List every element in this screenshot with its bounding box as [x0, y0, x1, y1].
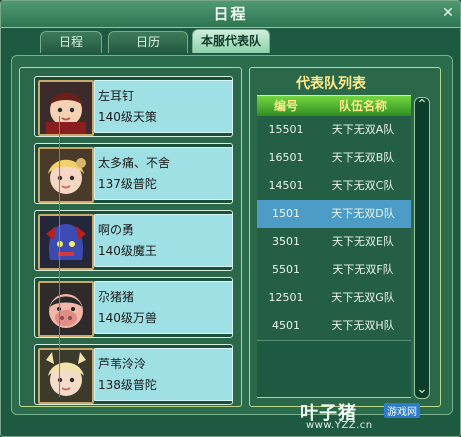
player-card[interactable]: 太多痛、不舍 137级普陀: [34, 143, 233, 204]
player-level-class: 140级魔王: [98, 244, 157, 258]
scroll-up-icon[interactable]: ⌃: [414, 97, 430, 113]
team-name: 天下无双F队: [332, 263, 394, 276]
team-id: 14501: [268, 179, 304, 192]
player-info: 太多痛、不舍 137级普陀: [94, 147, 233, 200]
team-id: 5501: [272, 263, 300, 276]
player-name: 左耳钉: [98, 89, 135, 103]
table-row[interactable]: 16501 天下无双B队: [257, 144, 411, 173]
team-name: 天下无双A队: [331, 123, 395, 136]
team-id: 15501: [268, 123, 304, 136]
tab-schedule[interactable]: 日程: [40, 31, 102, 53]
table-row[interactable]: 3501 天下无双E队: [257, 228, 411, 257]
team-name: 天下无双C队: [331, 179, 395, 192]
title-bar: 日程 ✕: [1, 1, 460, 28]
player-portrait-5: [38, 348, 94, 404]
player-level-class: 138级普陀: [98, 378, 157, 392]
table-row[interactable]: 15501 天下无双A队: [257, 116, 411, 145]
player-name: 啊の勇: [98, 223, 135, 237]
schedule-window: 日程 ✕ 日程 日历 本服代表队 左耳钉 140级天策 太多痛、不舍 137级普…: [0, 0, 461, 437]
player-info: 尕猪猪 140级万兽: [94, 281, 233, 334]
table-row[interactable]: 12501 天下无双G队: [257, 284, 411, 313]
team-id: 16501: [268, 151, 304, 164]
player-portrait-4: [38, 281, 94, 337]
table-row[interactable]: 4501 天下无双H队: [257, 312, 411, 341]
team-id: 1501: [272, 207, 300, 220]
player-name: 太多痛、不舍: [98, 156, 171, 170]
close-icon[interactable]: ✕: [441, 6, 455, 20]
tab-calendar[interactable]: 日历: [108, 31, 188, 53]
player-portrait-3: [38, 214, 94, 270]
player-info: 左耳钉 140级天策: [94, 80, 233, 133]
tab-bar: 日程 日历 本服代表队: [1, 29, 460, 53]
team-id: 4501: [272, 319, 300, 332]
team-name: 天下无双D队: [331, 207, 395, 220]
team-list-title: 代表队列表: [296, 76, 366, 92]
table-row-selected[interactable]: 1501 天下无双D队: [257, 200, 411, 229]
watermark: 叶子猪 游戏网 www.YZZ.cn: [300, 399, 452, 433]
table-row[interactable]: 5501 天下无双F队: [257, 256, 411, 285]
tab-server-team[interactable]: 本服代表队: [192, 29, 270, 53]
player-name: 芦苇泠泠: [98, 357, 147, 371]
player-name: 尕猪猪: [98, 290, 135, 304]
team-name: 天下无双B队: [331, 151, 395, 164]
player-card[interactable]: 啊の勇 140级魔王: [34, 210, 233, 271]
watermark-sub: 游戏网: [384, 403, 420, 418]
player-card[interactable]: 左耳钉 140级天策: [34, 76, 233, 137]
player-portrait-1: [38, 80, 94, 136]
player-level-class: 140级万兽: [98, 311, 157, 325]
table-row[interactable]: 14501 天下无双C队: [257, 172, 411, 201]
player-card[interactable]: 尕猪猪 140级万兽: [34, 277, 233, 338]
scroll-down-icon[interactable]: ⌄: [414, 381, 430, 397]
window-title: 日程: [213, 5, 248, 23]
header-id: 编号: [273, 99, 298, 113]
team-table-body: 15501 天下无双A队 16501 天下无双B队 14501 天下无双C队 1…: [257, 116, 411, 398]
column-divider: [59, 116, 60, 397]
team-name: 天下无双E队: [332, 235, 394, 248]
player-portrait-2: [38, 147, 94, 203]
header-team-name: 队伍名称: [338, 99, 387, 113]
team-table-header: 编号 队伍名称: [257, 95, 411, 117]
team-id: 3501: [272, 235, 300, 248]
team-name: 天下无双H队: [331, 319, 395, 332]
player-level-class: 140级天策: [98, 110, 157, 124]
team-id: 12501: [268, 291, 304, 304]
scrollbar-track[interactable]: [414, 97, 430, 399]
player-level-class: 137级普陀: [98, 177, 157, 191]
player-card[interactable]: 芦苇泠泠 138级普陀: [34, 344, 233, 405]
team-name: 天下无双G队: [331, 291, 395, 304]
player-info: 芦苇泠泠 138级普陀: [94, 348, 233, 401]
player-panel: 左耳钉 140级天策 太多痛、不舍 137级普陀 啊の勇 140级魔王 尕猪猪 …: [19, 67, 242, 407]
watermark-url: www.YZZ.cn: [306, 420, 373, 431]
player-info: 啊の勇 140级魔王: [94, 214, 233, 267]
